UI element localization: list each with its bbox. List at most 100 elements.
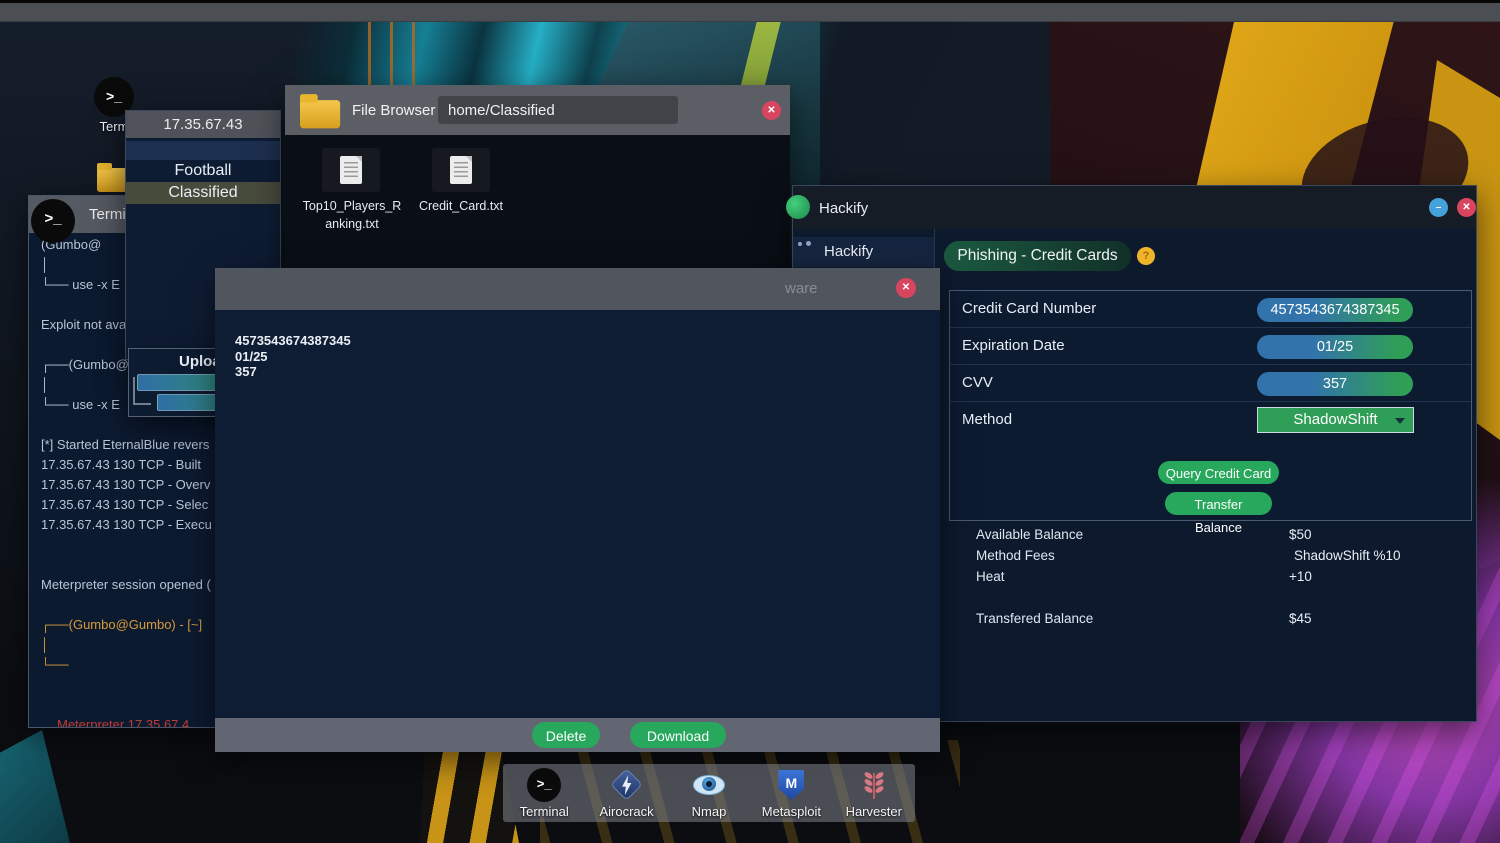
stat-value: $45: [1289, 611, 1312, 626]
dock: >_ Terminal Airocrack Nmap M Metasploit: [503, 764, 915, 822]
file-viewer-titlebar[interactable]: [215, 268, 940, 310]
field-label: Expiration Date: [962, 337, 1065, 354]
file-content-line: 357: [235, 364, 257, 379]
dock-label: Nmap: [691, 804, 727, 819]
field-label: Method: [962, 411, 1013, 428]
stat-value: ShadowShift %10: [1294, 548, 1401, 563]
terminal-title: Termi: [89, 206, 126, 223]
file-browser-title: File Browser: [352, 102, 436, 119]
close-button[interactable]: ✕: [1457, 198, 1476, 217]
dock-label: Metasploit: [761, 804, 821, 819]
hackify-titlebar[interactable]: [793, 186, 1476, 229]
terminal-line: [*] Started EternalBlue revers: [41, 437, 210, 452]
form-row: Expiration Date 01/25: [950, 328, 1471, 365]
remote-item-football[interactable]: Football: [126, 160, 280, 182]
terminal-prompt-line: ┌──(Gumbo@Gumbo) - [~]: [41, 617, 203, 632]
close-button[interactable]: ✕: [762, 101, 781, 120]
credit-card-number-field[interactable]: 4573543674387345: [1257, 298, 1413, 322]
transfer-balance-button[interactable]: Transfer Balance: [1165, 492, 1272, 535]
hackify-title: Hackify: [819, 200, 869, 217]
terminal-line: 17.35.67.43 130 TCP - Selec: [41, 497, 209, 512]
dock-item-terminal[interactable]: >_ Terminal: [504, 767, 584, 819]
path-input[interactable]: [438, 96, 678, 124]
file-viewer-window: ware ✕ 4573543674387345 01/25 357 Delete…: [215, 268, 940, 752]
document-icon: [340, 156, 362, 184]
stat-label: Heat: [976, 569, 1005, 584]
dock-label: Airocrack: [599, 804, 654, 819]
delete-button[interactable]: Delete: [532, 722, 600, 748]
remote-item-classified[interactable]: Classified: [126, 182, 280, 204]
hackify-main-panel: Phishing - Credit Cards ? Credit Card Nu…: [935, 229, 1476, 721]
form-row: CVV 357: [950, 365, 1471, 402]
file-name[interactable]: Top10_Players_Ranking.txt: [300, 197, 404, 233]
method-value: ShadowShift: [1293, 411, 1378, 428]
dock-label: Terminal: [519, 804, 569, 819]
stat-value: +10: [1289, 569, 1312, 584]
sidebar-item-bullet: [806, 241, 811, 246]
dock-item-harvester[interactable]: Harvester: [834, 767, 914, 819]
terminal-line: 17.35.67.43 130 TCP - Overv: [41, 477, 211, 492]
terminal-error-line: Meterpreter 17.35.67.4: [57, 717, 190, 727]
chevron-down-icon: [1395, 418, 1405, 424]
terminal-prompt-glyph: >_: [44, 210, 62, 227]
phishing-form: Credit Card Number 4573543674387345 Expi…: [949, 290, 1472, 535]
query-credit-card-button[interactable]: Query Credit Card: [1158, 461, 1279, 484]
cvv-field[interactable]: 357: [1257, 372, 1413, 396]
form-row: Credit Card Number 4573543674387345: [950, 291, 1471, 328]
stat-label: Method Fees: [976, 548, 1055, 563]
airocrack-icon: [609, 767, 645, 803]
terminal-line: 17.35.67.43 130 TCP - Execu: [41, 517, 212, 532]
section-title-pill: Phishing - Credit Cards: [944, 241, 1131, 271]
file-icon-top10[interactable]: [322, 148, 380, 192]
dock-item-nmap[interactable]: Nmap: [669, 767, 749, 819]
terminal-prompt-line: └──: [41, 657, 69, 672]
stat-label: Available Balance: [976, 527, 1084, 542]
harvester-plant-icon: [856, 767, 892, 803]
expiration-date-field[interactable]: 01/25: [1257, 335, 1413, 359]
document-icon: [450, 156, 472, 184]
sidebar-item-bullet: [798, 242, 802, 246]
file-icon-credit-card[interactable]: [432, 148, 490, 192]
field-label: Credit Card Number: [962, 300, 1097, 317]
stat-label: Transfered Balance: [976, 611, 1094, 626]
terminal-line: 17.35.67.43 130 TCP - Built: [41, 457, 201, 472]
occluded-window-title: ware: [785, 280, 818, 297]
file-viewer-action-bar: Delete Download: [215, 718, 940, 752]
remote-host-selection-band: [126, 141, 280, 160]
remote-host-title: 17.35.67.43: [163, 116, 243, 133]
dock-label: Harvester: [845, 804, 902, 819]
remote-host-titlebar[interactable]: 17.35.67.43: [126, 111, 280, 138]
form-row: Method ShadowShift: [950, 402, 1471, 440]
dock-item-metasploit[interactable]: M Metasploit: [751, 767, 831, 819]
stat-value: $50: [1289, 527, 1312, 542]
file-browser-window: File Browser ✕ Top10_Players_Ranking.txt…: [285, 85, 790, 280]
hackify-app-icon: [786, 195, 810, 219]
file-content-line: 4573543674387345: [235, 333, 351, 348]
metasploit-shield-icon: M: [773, 767, 809, 803]
folder-icon: [300, 93, 341, 129]
system-top-bar: [0, 0, 1500, 22]
method-dropdown[interactable]: ShadowShift: [1257, 407, 1414, 433]
sidebar-item-hackify[interactable]: Hackify: [793, 237, 934, 267]
terminal-icon: >_: [31, 199, 75, 243]
nmap-eye-icon: [691, 767, 727, 803]
field-label: CVV: [962, 374, 993, 391]
terminal-icon: >_: [527, 768, 562, 802]
file-name[interactable]: Credit_Card.txt: [409, 197, 513, 215]
terminal-prompt-glyph: >_: [106, 88, 122, 104]
minimize-button[interactable]: –: [1429, 198, 1448, 217]
terminal-line: Meterpreter session opened (: [41, 577, 211, 592]
file-content-line: 01/25: [235, 348, 268, 364]
close-button[interactable]: ✕: [896, 278, 916, 298]
help-icon[interactable]: ?: [1137, 247, 1155, 265]
file-viewer-content[interactable]: 4573543674387345 01/25 357: [215, 310, 940, 718]
desktop: >_ Term >_ Termi (Gumbo@ │ └── use -x E …: [0, 0, 1500, 843]
download-button[interactable]: Download: [630, 722, 726, 748]
dock-item-airocrack[interactable]: Airocrack: [587, 767, 667, 819]
